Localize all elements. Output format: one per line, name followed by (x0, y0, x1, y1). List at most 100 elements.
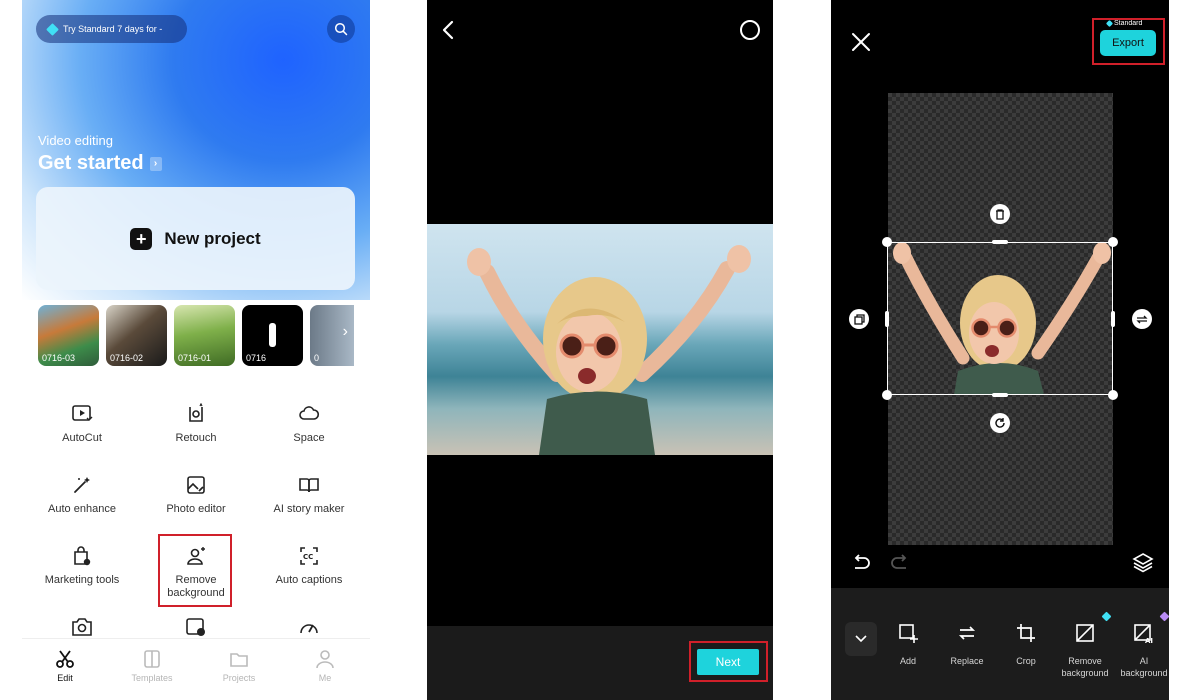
crop-icon (1017, 624, 1035, 642)
selection-box[interactable] (887, 242, 1113, 395)
search-icon (334, 22, 348, 36)
tool-label: Auto captions (275, 574, 343, 586)
tool-space[interactable]: Space (254, 403, 364, 444)
media-select-screen: Next (427, 0, 773, 700)
toolbar-replace[interactable]: Replace (938, 622, 996, 668)
templates-icon (144, 650, 160, 668)
tool-autocut[interactable]: AutoCut (27, 403, 137, 444)
resize-handle[interactable] (882, 390, 892, 400)
delete-button[interactable] (990, 204, 1010, 224)
book-icon (299, 478, 319, 493)
edge-handle[interactable] (1111, 311, 1115, 327)
premium-diamond-icon (1101, 611, 1112, 622)
tool-auto-enhance[interactable]: Auto enhance (27, 474, 137, 515)
resize-handle[interactable] (1108, 390, 1118, 400)
magic-wand-icon (74, 477, 90, 493)
tool-label: Retouch (175, 432, 217, 444)
figure-silhouette (269, 323, 276, 347)
trial-banner[interactable]: Try Standard 7 days for - (36, 15, 187, 43)
project-name: 0716-03 (42, 353, 76, 363)
cloud-icon (299, 406, 320, 420)
project-thumbnail[interactable]: 0716-02 (106, 305, 167, 366)
edge-handle[interactable] (992, 240, 1008, 244)
section-subtitle: Video editing (38, 133, 113, 148)
nav-label: Me (318, 673, 332, 683)
duplicate-button[interactable] (849, 309, 869, 329)
layers-icon[interactable] (1132, 551, 1154, 573)
bottom-navigation: Edit Templates Projects Me (22, 638, 370, 700)
tutorial-canvas: Try Standard 7 days for - Video editing … (0, 0, 1199, 700)
back-arrow-icon[interactable] (437, 18, 461, 42)
nav-label: Edit (57, 673, 73, 683)
search-button[interactable] (327, 15, 355, 43)
captions-icon: CC (300, 547, 318, 565)
collapse-toolbar-button[interactable] (845, 622, 877, 656)
toolbar-ai-background[interactable]: AI AI background (1115, 622, 1169, 679)
resize-handle[interactable] (1108, 237, 1118, 247)
undo-icon[interactable] (850, 552, 872, 574)
flip-button[interactable] (1132, 309, 1152, 329)
project-thumbnail[interactable]: 0716 (242, 305, 303, 366)
replace-icon (958, 626, 976, 640)
selected-photo[interactable] (427, 224, 773, 455)
edge-handle[interactable] (992, 393, 1008, 397)
retouch-icon (189, 403, 203, 422)
swap-icon (1136, 315, 1148, 323)
tool-label: Auto enhance (48, 503, 116, 515)
editor-screen: Standard Export Add Replace Crop Remove … (831, 0, 1169, 700)
tool-ai-story-maker[interactable]: AI story maker (254, 474, 364, 515)
remove-background-icon (1076, 624, 1094, 642)
svg-text:AI: AI (1145, 637, 1153, 644)
tool-photo-editor[interactable]: Photo editor (141, 474, 251, 515)
chevron-down-icon (855, 635, 867, 643)
select-circle[interactable] (740, 20, 760, 40)
tool-label: Space (293, 432, 325, 444)
toolbar-add[interactable]: Add (879, 622, 937, 668)
premium-diamond-icon (1159, 611, 1169, 622)
new-project-label: New project (164, 228, 261, 248)
tool-marketing-tools[interactable]: Marketing tools (27, 545, 137, 586)
toolbar-remove-background[interactable]: Remove background (1056, 622, 1114, 679)
new-project-button[interactable]: + New project (36, 187, 355, 290)
nav-me[interactable]: Me (295, 649, 355, 683)
trial-text: Try Standard 7 days for - (63, 24, 163, 34)
project-thumbnail[interactable]: 0716-03 (38, 305, 99, 366)
nav-label: Templates (131, 673, 173, 683)
tool-label: AutoCut (62, 432, 102, 444)
trash-icon (996, 208, 1004, 220)
toolbar-label: Add (899, 656, 916, 666)
diamond-icon (46, 22, 59, 36)
chevron-right-icon: › (149, 156, 162, 171)
project-name: 0716-01 (178, 353, 212, 363)
tool-label: AI story maker (273, 503, 345, 515)
photo-edit-icon (187, 476, 205, 494)
remove-background-highlight (158, 534, 232, 607)
nav-edit[interactable]: Edit (35, 649, 95, 683)
toolbar-label: Crop (1016, 656, 1036, 666)
edge-handle[interactable] (885, 311, 889, 327)
rotate-button[interactable] (990, 413, 1010, 433)
nav-templates[interactable]: Templates (122, 649, 182, 683)
nav-projects[interactable]: Projects (209, 649, 269, 683)
resize-handle[interactable] (882, 237, 892, 247)
export-button-highlight (1092, 18, 1165, 65)
toolbar-crop[interactable]: Crop (997, 622, 1055, 668)
autocut-icon (72, 405, 93, 421)
chevron-right-icon: › (342, 323, 348, 340)
nav-label: Projects (222, 673, 256, 683)
tool-retouch[interactable]: Retouch (141, 403, 251, 444)
tool-label: Marketing tools (44, 574, 120, 586)
project-thumbnail-more[interactable]: 0 › (310, 305, 354, 366)
close-icon[interactable] (850, 31, 872, 53)
copy-icon (853, 313, 865, 325)
toolbar-label: Remove background (1061, 656, 1109, 678)
person-icon (316, 650, 334, 669)
project-thumbnail[interactable]: 0716-01 (174, 305, 235, 366)
folder-icon (230, 653, 248, 667)
get-started-link[interactable]: Get started › (38, 152, 162, 175)
camera-icon (72, 618, 92, 636)
tool-auto-captions[interactable]: CC Auto captions (254, 545, 364, 586)
editor-toolbar: Add Replace Crop Remove background AI AI… (831, 588, 1169, 700)
redo-icon[interactable] (889, 552, 911, 574)
section-title: Get started (38, 152, 144, 174)
